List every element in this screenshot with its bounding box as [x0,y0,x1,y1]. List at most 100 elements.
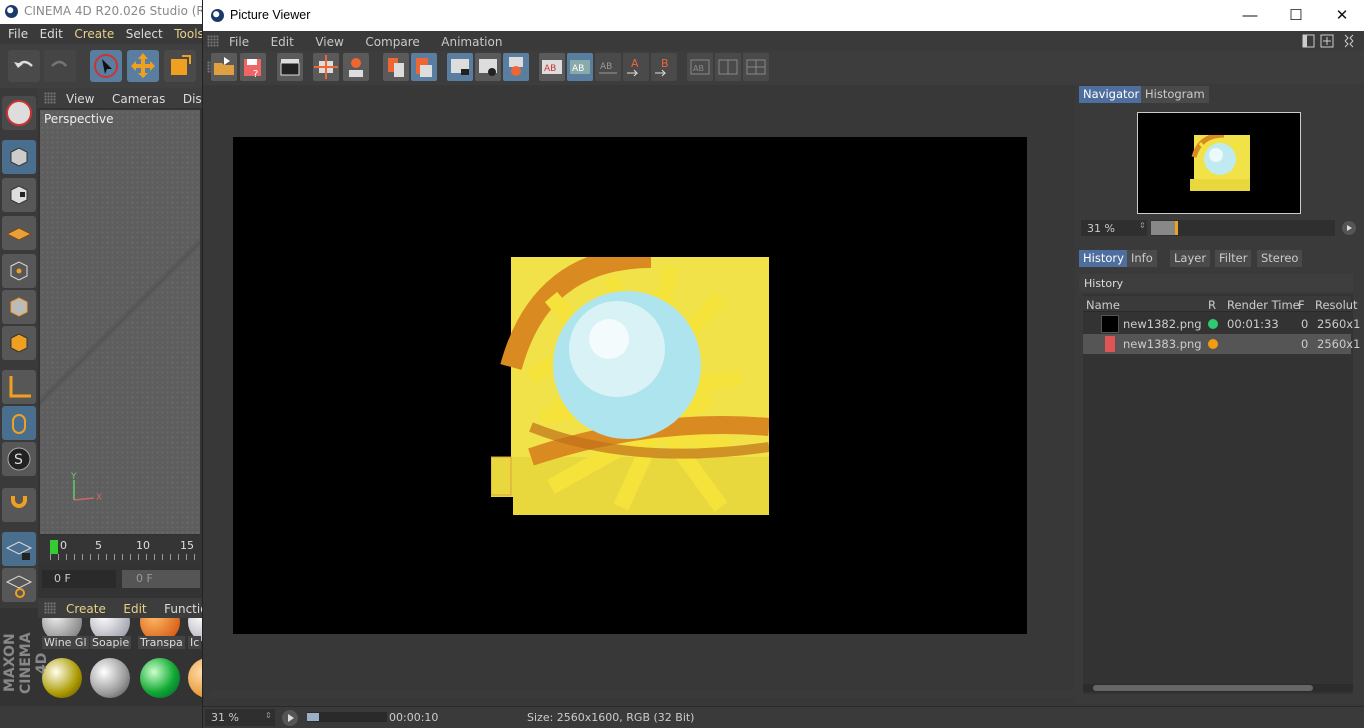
navigator-thumbnail[interactable] [1137,112,1301,214]
spinner-arrows-icon[interactable]: ⇕ [1139,221,1146,230]
live-selection-button[interactable] [90,50,122,82]
slider-handle[interactable] [1175,221,1178,235]
render-to-pv-button[interactable] [277,53,303,81]
scale-tool-button[interactable] [164,50,196,82]
grid-sync-icon [5,575,33,598]
redo-button[interactable] [44,50,76,82]
pv-menu-file[interactable]: File [229,35,249,49]
current-frame-field[interactable]: 0 F [42,570,116,588]
compare-ab-button[interactable]: AB [539,53,565,81]
workplane-button[interactable] [2,216,36,250]
person-render-icon [349,58,363,77]
viewport-grip[interactable] [44,92,56,104]
material-menu-function[interactable]: Function [164,602,202,616]
edges-mode-button[interactable] [2,290,36,324]
lock-workplane-button[interactable] [2,532,36,566]
set-a-button[interactable]: A [623,53,649,81]
timeline-tick: 5 [95,539,102,552]
material-orange[interactable] [186,656,202,700]
navigator-zoom-slider[interactable] [1151,220,1335,236]
history-horizontal-scrollbar[interactable] [1083,684,1353,692]
spinner-arrows-icon[interactable]: ⇕ [265,711,272,720]
column-name[interactable]: Name [1086,298,1120,312]
tab-info[interactable]: Info [1127,250,1157,267]
main-menu-select[interactable]: Select [126,27,163,41]
world-axis-button[interactable] [2,96,36,130]
show-region-button[interactable] [447,53,473,81]
pv-menu-animation[interactable]: Animation [441,35,502,49]
history-row[interactable]: new1382.png 00:01:33 0 2560x1 [1083,314,1360,334]
compare-overlay-button[interactable]: AB [595,53,621,81]
points-mode-button[interactable] [2,254,36,288]
svg-text:A: A [631,57,639,70]
image-size-info: Size: 2560x1600, RGB (32 Bit) [527,711,695,724]
polygons-mode-button[interactable] [2,326,36,360]
timeline-ruler[interactable]: 0 5 10 15 [40,536,200,564]
maximize-button[interactable]: ☐ [1273,0,1319,31]
zoom-field[interactable]: 31 % ⇕ [205,709,275,726]
save-button[interactable]: ? [240,53,266,81]
pv-menu-edit[interactable]: Edit [271,35,294,49]
move-tool-button[interactable] [127,50,159,82]
scrollbar-thumb[interactable] [1093,685,1313,691]
material-menu-edit[interactable]: Edit [123,602,146,616]
viewport-menu-view[interactable]: View [66,92,94,106]
material-green[interactable] [138,656,182,700]
tab-histogram[interactable]: Histogram [1141,86,1209,103]
crop-region-button[interactable] [313,53,339,81]
main-menu-edit[interactable]: Edit [40,27,63,41]
snap-button[interactable]: S [2,442,36,476]
minimize-button[interactable]: — [1227,0,1273,31]
axis-mode-button[interactable] [2,370,36,404]
undo-button[interactable] [8,50,40,82]
column-render-time[interactable]: Render Time [1227,298,1300,312]
paste-image-button[interactable] [411,53,437,81]
history-row-selected[interactable]: new1383.png 0 2560x1 [1083,334,1360,354]
picture-viewer-statusbar: 31 % ⇕ 00:00:10 Size: 2560x1600, RGB (32… [203,706,1364,728]
compare-split-button[interactable]: AB [567,53,593,81]
tab-filter[interactable]: Filter [1215,250,1252,267]
play-circle-icon[interactable] [1341,220,1357,236]
viewport-menu-display[interactable]: Display [183,92,202,106]
show-cameras-button[interactable] [503,53,529,81]
open-button[interactable] [211,53,237,81]
tweak-mode-button[interactable] [2,406,36,440]
main-menu-create[interactable]: Create [74,27,114,41]
texture-mode-button[interactable] [2,178,36,212]
copy-image-button[interactable] [383,53,409,81]
start-frame-field[interactable]: 0 F [122,570,200,588]
stereo-left-button[interactable]: AB [687,53,713,81]
viewport-menu-cameras[interactable]: Cameras [112,92,165,106]
pv-menu-compare[interactable]: Compare [365,35,419,49]
tab-stereo[interactable]: Stereo [1257,250,1303,267]
model-mode-button[interactable] [2,140,36,174]
render-canvas[interactable] [233,137,1027,634]
material-menu-create[interactable]: Create [66,602,106,616]
column-resolution[interactable]: Resolut [1315,298,1358,312]
picture-viewer-toolbar: ? AB AB AB A B AB [203,51,1364,85]
column-r[interactable]: R [1208,298,1216,312]
tab-layer[interactable]: Layer [1170,250,1211,267]
main-menu-file[interactable]: File [8,27,28,41]
pv-menu-view[interactable]: View [315,35,343,49]
main-menu-tools[interactable]: Tools [174,27,202,41]
magnet-button[interactable] [2,488,36,522]
fullscreen-icon[interactable] [1344,34,1354,48]
column-f[interactable]: F [1298,298,1305,312]
material-grip[interactable] [44,602,56,614]
tab-history[interactable]: History [1079,250,1128,267]
stereo-right-button[interactable] [715,53,741,81]
show-preview-button[interactable] [475,53,501,81]
timeline-playhead[interactable] [50,540,58,554]
tab-navigator[interactable]: Navigator [1079,86,1144,103]
globe-icon [6,100,32,126]
menubar-grip[interactable] [207,35,219,47]
material-silver[interactable] [88,656,132,700]
close-button[interactable]: ✕ [1319,0,1364,31]
play-circle-icon[interactable] [281,709,299,727]
set-b-button[interactable]: B [651,53,677,81]
render-region-button[interactable] [343,53,369,81]
planar-workplane-button[interactable] [2,568,36,602]
navigator-zoom-field[interactable]: 31 % ⇕ [1081,220,1147,236]
stereo-both-button[interactable] [743,53,769,81]
